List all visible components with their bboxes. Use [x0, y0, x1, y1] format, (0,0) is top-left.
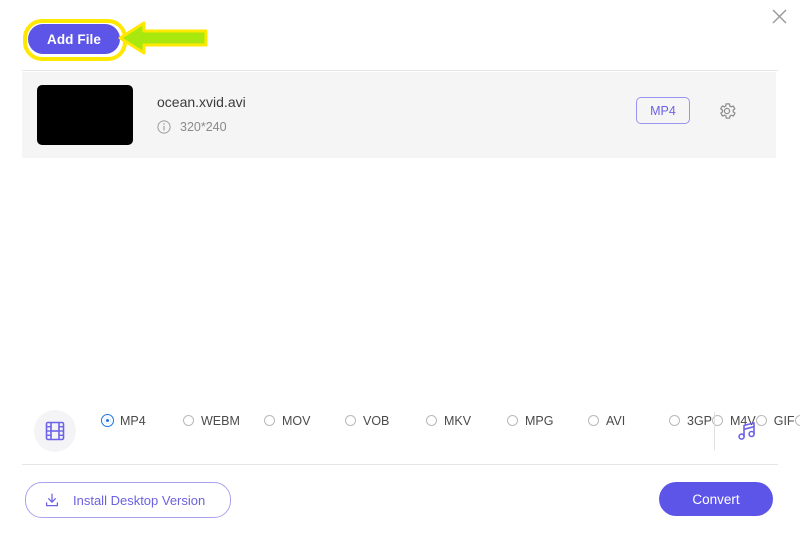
- format-option-label: WEBM: [201, 413, 240, 428]
- film-strip-icon: [45, 421, 65, 441]
- download-icon: [45, 493, 59, 507]
- convert-button[interactable]: Convert: [659, 482, 773, 516]
- format-option-label: MPG: [525, 413, 554, 428]
- file-output-format-button[interactable]: MP4: [636, 97, 690, 124]
- format-option-label: GIF: [773, 413, 795, 428]
- radio-dot-icon: [101, 414, 114, 427]
- radio-dot-icon: [183, 415, 194, 426]
- format-option-3gp[interactable]: 3GP: [669, 414, 712, 428]
- install-desktop-version-label: Install Desktop Version: [73, 492, 206, 508]
- radio-dot-icon: [426, 415, 437, 426]
- file-thumbnail: [37, 85, 133, 145]
- format-option-label: AVI: [606, 413, 626, 428]
- file-name-label: ocean.xvid.avi: [157, 94, 246, 110]
- format-option-label: MP4: [120, 413, 146, 428]
- format-option-mpg[interactable]: MPG: [507, 414, 588, 428]
- format-option-avi[interactable]: AVI: [588, 414, 669, 428]
- format-radio-group: MP4WEBMMOVVOBMKVMPGAVI3GPM4VGIFFLVYouTub…: [101, 408, 800, 433]
- file-resolution-label: 320*240: [180, 120, 227, 134]
- audio-format-category-button[interactable]: [729, 413, 765, 449]
- format-picker: MP4WEBMMOVVOBMKVMPGAVI3GPM4VGIFFLVYouTub…: [22, 400, 800, 462]
- top-divider: [22, 70, 778, 71]
- music-note-icon: [738, 422, 755, 440]
- window-topbar: Add File: [0, 0, 800, 62]
- install-desktop-version-button[interactable]: Install Desktop Version: [25, 482, 231, 518]
- format-option-mp4[interactable]: MP4: [101, 413, 183, 428]
- close-icon: [772, 9, 786, 23]
- gear-icon: [720, 103, 736, 119]
- file-meta: 320*240: [157, 120, 227, 134]
- radio-dot-icon: [507, 415, 518, 426]
- video-format-category-button[interactable]: [34, 410, 76, 452]
- footer-divider: [22, 464, 778, 465]
- format-option-vob[interactable]: VOB: [345, 414, 426, 428]
- radio-dot-icon: [588, 415, 599, 426]
- format-option-mov[interactable]: MOV: [264, 414, 345, 428]
- radio-dot-icon: [264, 415, 275, 426]
- format-option-mkv[interactable]: MKV: [426, 414, 507, 428]
- file-settings-button[interactable]: [714, 98, 740, 124]
- file-row[interactable]: ocean.xvid.avi 320*240 MP4: [22, 72, 776, 158]
- format-option-label: MOV: [282, 413, 311, 428]
- download-icon-wrap: [43, 491, 61, 509]
- format-option-label: MKV: [444, 413, 472, 428]
- format-option-flv[interactable]: FLV: [794, 414, 800, 428]
- add-file-button[interactable]: Add File: [28, 24, 120, 54]
- radio-dot-icon: [669, 415, 680, 426]
- format-option-webm[interactable]: WEBM: [183, 414, 264, 428]
- radio-dot-icon: [794, 415, 800, 426]
- arrow-annotation-icon: [118, 21, 208, 55]
- format-option-label: 3GP: [687, 413, 713, 428]
- close-button[interactable]: [766, 3, 792, 29]
- format-divider: [714, 412, 715, 450]
- radio-dot-icon: [345, 415, 356, 426]
- add-file-button-wrap: Add File: [28, 24, 120, 54]
- format-option-label: VOB: [363, 413, 390, 428]
- info-icon: [157, 120, 171, 134]
